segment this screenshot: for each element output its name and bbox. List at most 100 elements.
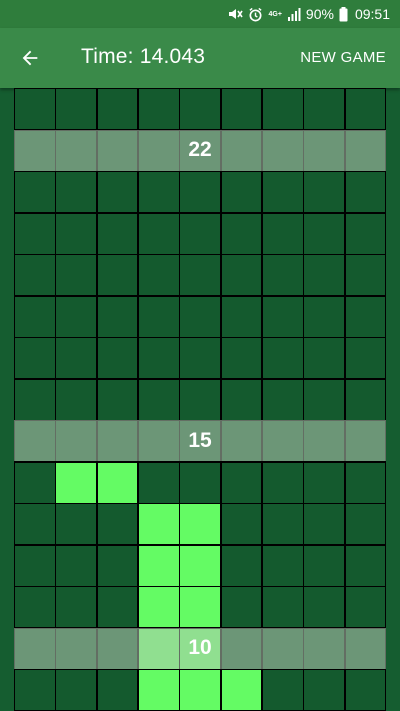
board-cell[interactable] [261, 378, 304, 421]
board-cell[interactable] [96, 586, 139, 628]
board-cell[interactable] [220, 295, 263, 338]
board-cell[interactable] [96, 503, 139, 545]
board-cell[interactable] [14, 212, 56, 255]
board-cell[interactable] [261, 254, 304, 296]
board-cell[interactable] [179, 461, 222, 504]
board-cell[interactable] [96, 295, 139, 338]
board-cell[interactable] [261, 337, 304, 379]
board-cell[interactable] [344, 171, 386, 213]
board-cell[interactable] [261, 669, 304, 711]
board-cell[interactable] [55, 378, 98, 421]
board-cell[interactable] [303, 337, 346, 379]
board-cell[interactable] [55, 295, 98, 338]
board-cell[interactable] [14, 544, 56, 587]
board-cell[interactable] [96, 88, 139, 130]
board-cell[interactable] [179, 337, 222, 379]
board-cell[interactable] [303, 88, 346, 130]
board-cell[interactable] [344, 461, 386, 504]
board-cell[interactable] [220, 544, 263, 587]
board-cell[interactable] [344, 254, 386, 296]
board-cell[interactable] [137, 337, 180, 379]
board-cell[interactable] [303, 378, 346, 421]
board-cell[interactable] [55, 254, 98, 296]
board-cell[interactable] [220, 461, 263, 504]
board-cell[interactable] [220, 88, 263, 130]
board-cell[interactable] [344, 544, 386, 587]
board-cell[interactable] [179, 88, 222, 130]
board-cell[interactable] [55, 586, 98, 628]
board-cell[interactable] [137, 88, 180, 130]
board-cell[interactable] [96, 544, 139, 587]
board-cell[interactable] [55, 337, 98, 379]
board-cell[interactable] [137, 212, 180, 255]
board-cell[interactable] [344, 503, 386, 545]
board-cell[interactable] [303, 461, 346, 504]
board-cell[interactable] [303, 503, 346, 545]
board-cell[interactable] [55, 88, 98, 130]
board-cell[interactable] [220, 171, 263, 213]
board-cell[interactable] [344, 337, 386, 379]
board-cell[interactable] [137, 171, 180, 213]
lit-cell[interactable] [179, 669, 222, 711]
board-cell[interactable] [14, 337, 56, 379]
lit-cell[interactable] [137, 669, 180, 711]
board-cell[interactable] [303, 171, 346, 213]
board-cell[interactable] [55, 669, 98, 711]
board-cell[interactable] [14, 254, 56, 296]
board-cell[interactable] [344, 586, 386, 628]
board-cell[interactable] [303, 544, 346, 587]
board-cell[interactable] [344, 295, 386, 338]
board-cell[interactable] [261, 88, 304, 130]
board-cell[interactable] [220, 503, 263, 545]
board-cell[interactable] [14, 171, 56, 213]
lit-cell[interactable] [55, 461, 98, 504]
board-cell[interactable] [55, 544, 98, 587]
board-cell[interactable] [220, 378, 263, 421]
board-cell[interactable] [137, 378, 180, 421]
board-cell[interactable] [303, 669, 346, 711]
board-cell[interactable] [14, 295, 56, 338]
board-cell[interactable] [179, 295, 222, 338]
board-cell[interactable] [14, 378, 56, 421]
lit-cell[interactable] [137, 544, 180, 587]
board-cell[interactable] [55, 212, 98, 255]
board-cell[interactable] [303, 254, 346, 296]
board-cell[interactable] [137, 254, 180, 296]
lit-cell[interactable] [179, 503, 222, 545]
board-cell[interactable] [344, 212, 386, 255]
back-button[interactable] [12, 40, 48, 76]
new-game-button[interactable]: NEW GAME [300, 49, 386, 66]
board-cell[interactable] [344, 378, 386, 421]
board-cell[interactable] [220, 586, 263, 628]
board-cell[interactable] [344, 88, 386, 130]
board-cell[interactable] [96, 171, 139, 213]
board-cell[interactable] [14, 586, 56, 628]
board-cell[interactable] [96, 378, 139, 421]
board-cell[interactable] [261, 544, 304, 587]
board-cell[interactable] [261, 503, 304, 545]
lit-cell[interactable] [179, 586, 222, 628]
lit-cell[interactable] [96, 461, 139, 504]
lit-cell[interactable] [179, 544, 222, 587]
board-cell[interactable] [179, 171, 222, 213]
board-cell[interactable] [179, 254, 222, 296]
board-cell[interactable] [14, 88, 56, 130]
board-cell[interactable] [344, 669, 386, 711]
board-cell[interactable] [96, 254, 139, 296]
board-cell[interactable] [55, 503, 98, 545]
lit-cell[interactable] [137, 586, 180, 628]
board-cell[interactable] [303, 212, 346, 255]
board-cell[interactable] [179, 378, 222, 421]
board-cell[interactable] [261, 586, 304, 628]
board-cell[interactable] [261, 171, 304, 213]
board-cell[interactable] [303, 295, 346, 338]
board-cell[interactable] [137, 295, 180, 338]
board-cell[interactable] [55, 171, 98, 213]
board-cell[interactable] [261, 461, 304, 504]
board-cell[interactable] [14, 503, 56, 545]
board-cell[interactable] [261, 212, 304, 255]
board-cell[interactable] [96, 669, 139, 711]
board-cell[interactable] [14, 669, 56, 711]
board-cell[interactable] [220, 254, 263, 296]
board-cell[interactable] [14, 461, 56, 504]
